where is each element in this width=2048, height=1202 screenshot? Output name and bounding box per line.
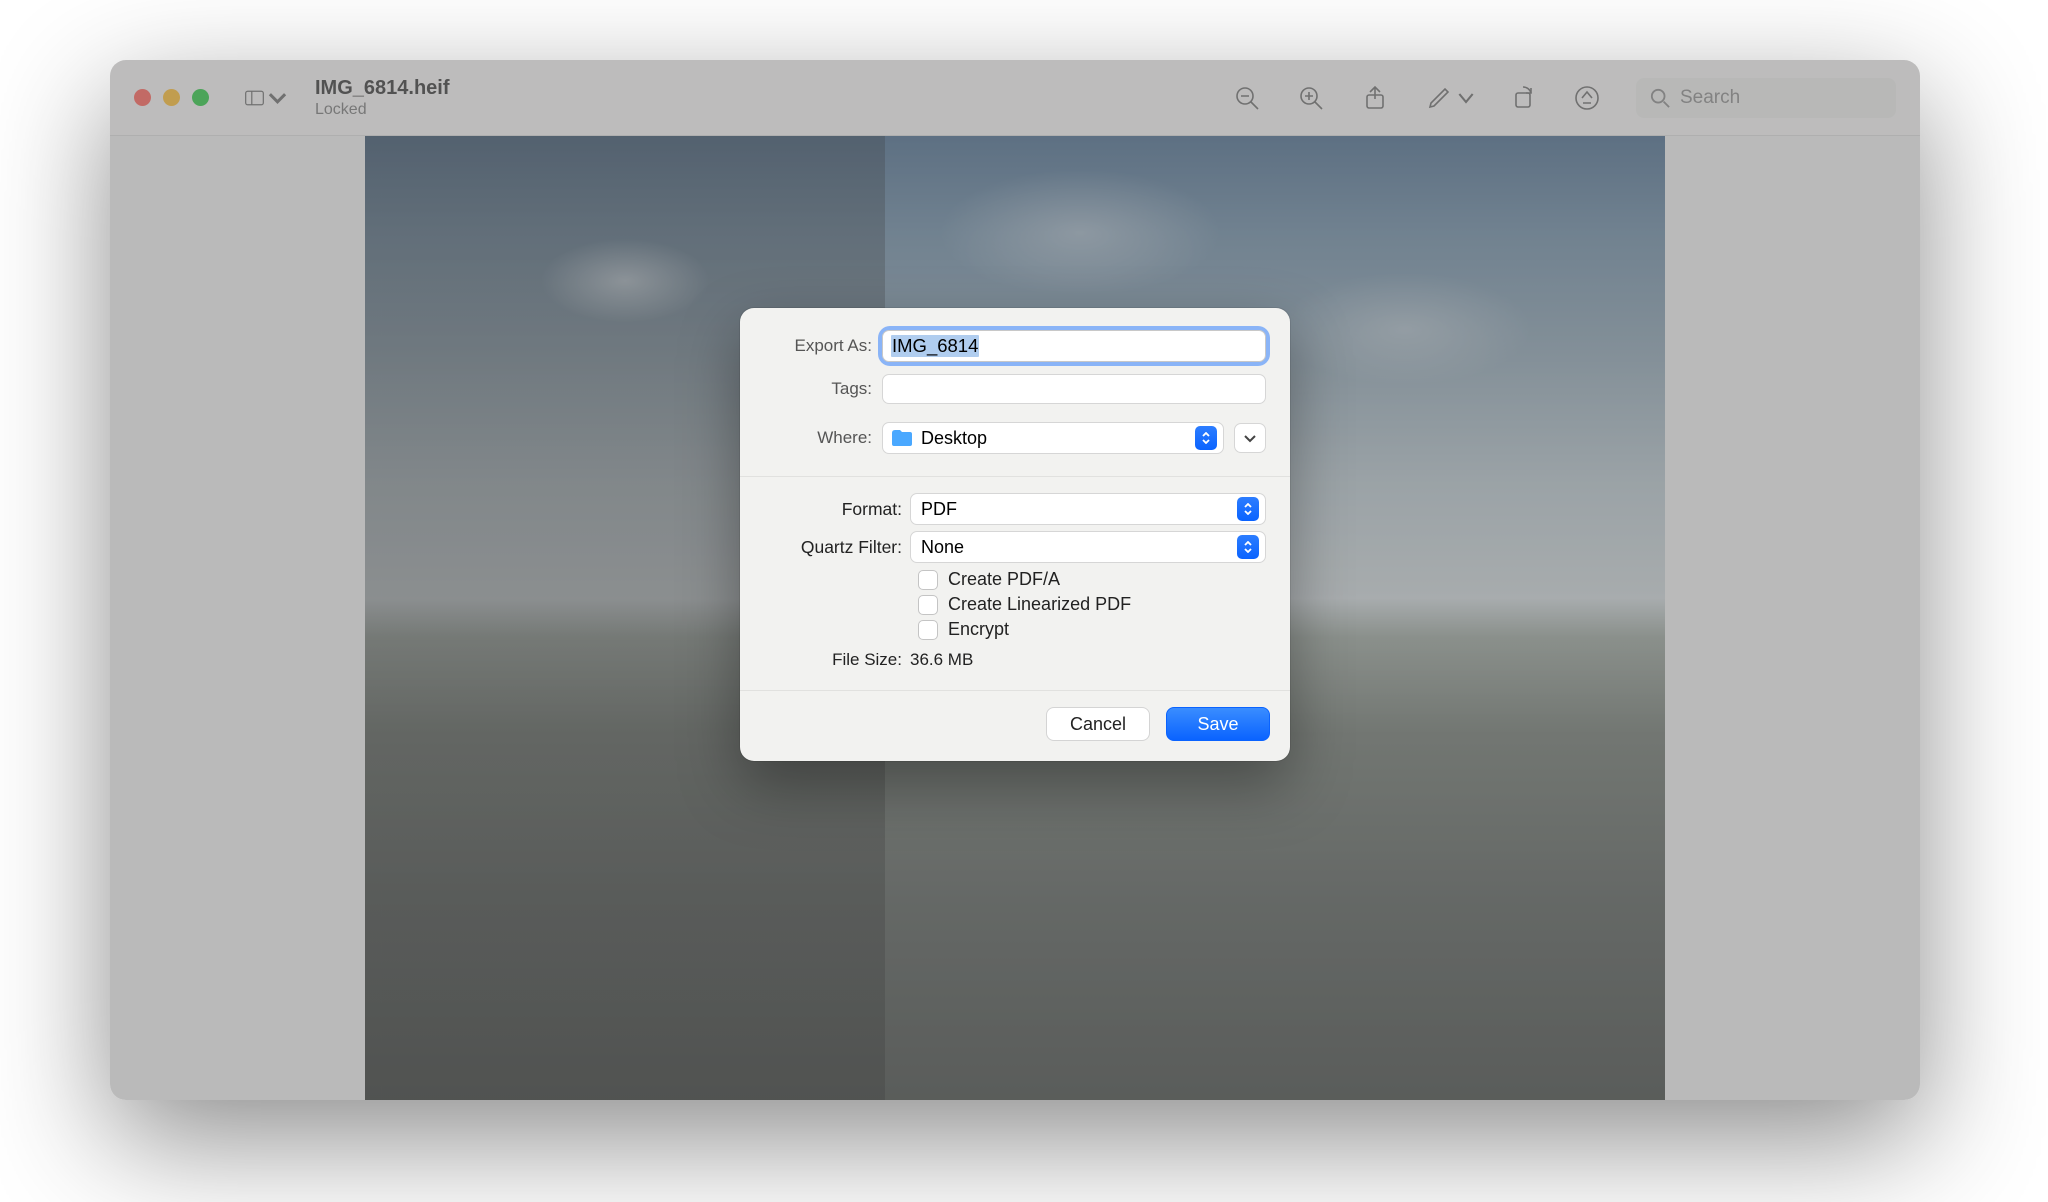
zoom-in-icon <box>1297 84 1325 112</box>
chevron-down-icon <box>1458 84 1474 112</box>
checkbox-icon <box>918 570 938 590</box>
search-placeholder: Search <box>1680 87 1740 109</box>
toolbar: IMG_6814.heif Locked <box>110 60 1920 136</box>
export-as-label: Export As: <box>764 336 882 356</box>
encrypt-checkbox[interactable]: Encrypt <box>918 619 1266 640</box>
zoom-out-button[interactable] <box>1232 83 1262 113</box>
expand-save-panel-button[interactable] <box>1234 423 1266 453</box>
sheet-button-bar: Cancel Save <box>740 690 1290 761</box>
where-value: Desktop <box>921 428 987 449</box>
rotate-button[interactable] <box>1508 83 1538 113</box>
create-linearized-label: Create Linearized PDF <box>948 594 1131 615</box>
chevron-down-icon <box>1243 433 1257 443</box>
file-size-value: 36.6 MB <box>910 650 973 670</box>
markup-menu-button[interactable] <box>1458 83 1474 113</box>
window-title: IMG_6814.heif <box>315 76 450 100</box>
info-icon <box>1573 84 1601 112</box>
format-label: Format: <box>764 499 910 520</box>
minimize-window-button[interactable] <box>163 89 180 106</box>
format-popup[interactable]: PDF <box>910 493 1266 525</box>
quartz-stepper-icon <box>1237 535 1259 559</box>
checkbox-icon <box>918 595 938 615</box>
chevron-down-icon <box>268 87 287 109</box>
encrypt-label: Encrypt <box>948 619 1009 640</box>
zoom-in-button[interactable] <box>1296 83 1326 113</box>
filename-field[interactable]: IMG_6814 <box>882 330 1266 362</box>
tags-label: Tags: <box>764 379 882 399</box>
create-pdfa-checkbox[interactable]: Create PDF/A <box>918 569 1266 590</box>
search-icon <box>1650 88 1670 108</box>
sidebar-icon <box>245 87 264 109</box>
window-title-block: IMG_6814.heif Locked <box>315 76 450 119</box>
window-subtitle: Locked <box>315 100 450 119</box>
quartz-filter-popup[interactable]: None <box>910 531 1266 563</box>
cancel-button[interactable]: Cancel <box>1046 707 1150 741</box>
format-stepper-icon <box>1237 497 1259 521</box>
share-icon <box>1361 84 1389 112</box>
close-window-button[interactable] <box>134 89 151 106</box>
rotate-icon <box>1509 84 1537 112</box>
info-button[interactable] <box>1572 83 1602 113</box>
create-pdfa-label: Create PDF/A <box>948 569 1060 590</box>
pencil-icon <box>1425 84 1453 112</box>
zoom-out-icon <box>1233 84 1261 112</box>
checkbox-icon <box>918 620 938 640</box>
fullscreen-window-button[interactable] <box>192 89 209 106</box>
filename-value: IMG_6814 <box>891 335 979 357</box>
create-linearized-checkbox[interactable]: Create Linearized PDF <box>918 594 1266 615</box>
file-size-label: File Size: <box>764 650 910 670</box>
folder-icon <box>891 429 913 447</box>
tags-field[interactable] <box>882 374 1266 404</box>
preview-window: IMG_6814.heif Locked <box>110 60 1920 1100</box>
toolbar-actions: Search <box>1232 78 1896 118</box>
where-popup[interactable]: Desktop <box>882 422 1224 454</box>
share-button[interactable] <box>1360 83 1390 113</box>
window-controls <box>134 89 209 106</box>
search-field[interactable]: Search <box>1636 78 1896 118</box>
where-stepper-icon <box>1195 426 1217 450</box>
quartz-filter-value: None <box>921 537 964 558</box>
where-label: Where: <box>764 428 882 448</box>
sidebar-toggle-button[interactable] <box>245 80 287 116</box>
format-value: PDF <box>921 499 957 520</box>
markup-button[interactable] <box>1424 83 1454 113</box>
save-button[interactable]: Save <box>1166 707 1270 741</box>
quartz-filter-label: Quartz Filter: <box>764 537 910 558</box>
export-sheet: Export As: IMG_6814 Tags: Where: <box>740 308 1290 761</box>
